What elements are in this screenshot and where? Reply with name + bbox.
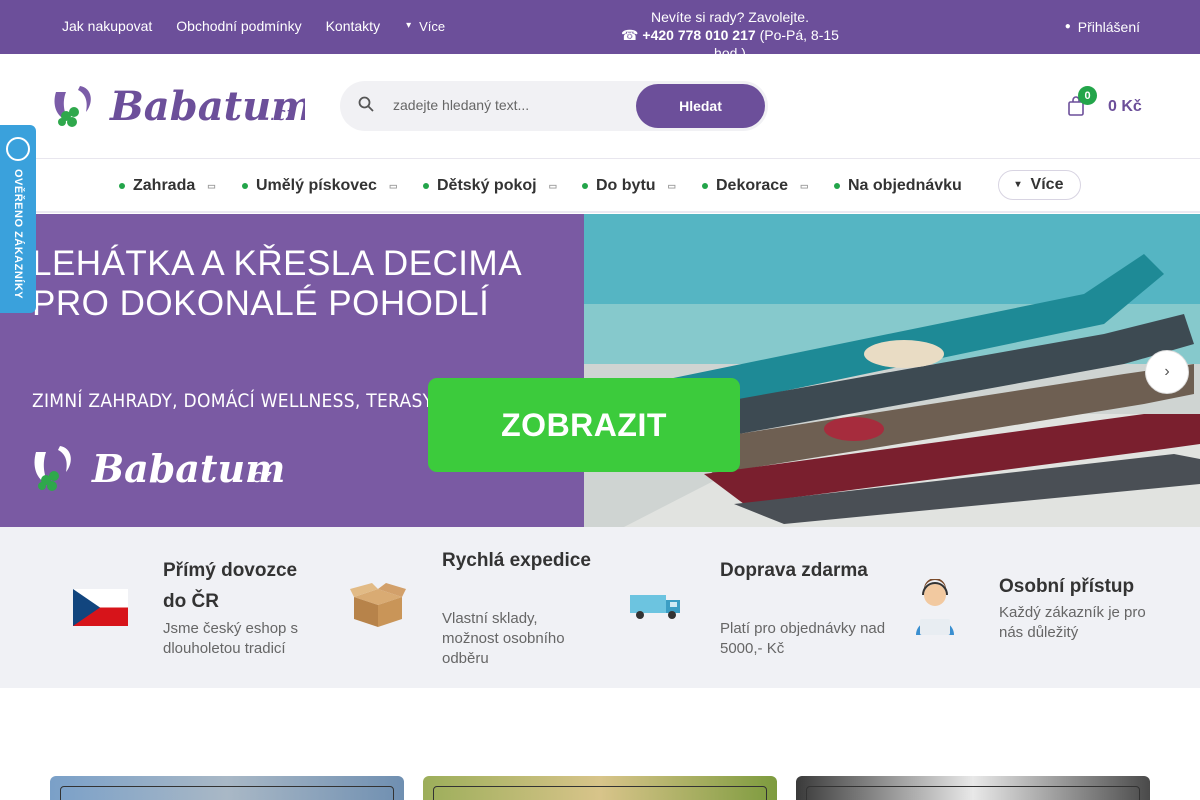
user-icon: ● [1064,21,1071,32]
banner-logo-suffix: .cz [246,466,272,487]
banner-photo [584,214,1200,527]
nav-item-dekorace[interactable]: Dekorace ▭ [702,177,809,195]
category-card-frame [60,786,394,800]
category-card[interactable] [50,776,404,800]
feature-desc: Jsme český eshop s dlouholetou tradicí [163,620,299,657]
search-button[interactable]: Hledat [636,84,765,128]
main-nav: Zahrada ▭ Umělý pískovec ▭ Dětský pokoj … [0,158,1200,213]
feature-item: Osobní přístup Každý zákazník je pro nás… [900,527,1200,688]
feature-title: Přímý dovozce do ČR [163,560,298,612]
feature-desc: Vlastní sklady, možnost osobního odběru [442,610,565,667]
czech-flag-icon [73,589,128,626]
chevron-down-icon: ▭ [800,180,809,191]
nav-item-label: Umělý pískovec [256,177,377,194]
verified-customers-badge[interactable]: OVĚŘENO ZÁKAZNÍKY [0,125,36,313]
link-kontakty[interactable]: Kontakty [326,18,380,34]
cart-total: 0 Kč [1108,98,1142,115]
chevron-down-icon: ▭ [207,180,216,191]
category-card[interactable] [796,776,1150,800]
top-more-menu[interactable]: ▾ Více [404,18,445,34]
site-logo[interactable]: Babatum .cz [50,78,314,134]
logo-suffix: .cz [270,104,296,125]
carousel-next-button[interactable]: › [1145,350,1189,394]
support-agent-icon [916,579,954,635]
nav-item-do-bytu[interactable]: Do bytu ▭ [582,177,676,195]
features-strip: Přímý dovozce do ČR Jsme český eshop s d… [0,527,1200,688]
nav-item-umely-piskovec[interactable]: Umělý pískovec ▭ [242,177,397,195]
feature-title: Osobní přístup [999,576,1135,597]
verified-label: OVĚŘENO ZÁKAZNÍKY [12,168,24,300]
feature-desc: Každý zákazník je pro nás důležitý [999,604,1146,641]
nav-more-label: Více [1030,176,1064,193]
help-line: Nevíte si rady? Zavolejte. [651,9,809,25]
banner-headline-line1: LEHÁTKA A KŘESLA DECIMA [32,244,523,283]
verified-seal-icon [6,137,30,161]
box-icon [350,583,406,627]
banner-cta-button[interactable]: ZOBRAZIT [428,378,740,472]
nav-item-label: Do bytu [596,177,656,194]
chevron-right-icon: › [1164,363,1170,380]
search-input[interactable]: zadejte hledaný text... [393,97,529,113]
chevron-down-icon: ▾ [406,20,412,31]
nav-item-label: Dětský pokoj [437,177,537,194]
nav-more-button[interactable]: ▾ Více [998,170,1081,200]
feature-title: Rychlá expedice [442,550,591,571]
nav-dot-icon [242,183,248,189]
banner-logo: Babatum .cz [32,440,288,498]
chevron-down-icon: ▭ [388,180,398,191]
login-link[interactable]: ● Přihlášení [1065,19,1140,35]
search-bar: zadejte hledaný text... Hledat [340,81,768,131]
category-card-frame [433,786,767,800]
link-jak-nakupovat[interactable]: Jak nakupovat [62,18,152,34]
nav-item-label: Na objednávku [848,177,962,194]
nav-item-na-objednavku[interactable]: Na objednávku [834,177,962,195]
nav-dot-icon [582,183,588,189]
feature-item: Doprava zdarma Platí pro objednávky nad … [600,527,900,688]
feature-desc: Platí pro objednávky nad 5000,- Kč [720,620,886,657]
link-obchodni-podminky[interactable]: Obchodní podmínky [176,18,301,34]
chevron-down-icon: ▭ [548,180,558,191]
feature-item: Rychlá expedice Vlastní sklady, možnost … [300,527,600,688]
nav-item-label: Zahrada [133,177,196,194]
banner-headline: LEHÁTKA A KŘESLA DECIMA PRO DOKONALÉ POH… [32,244,522,324]
top-bar: Jak nakupovat Obchodní podmínky Kontakty… [0,0,1200,61]
banner-headline-line2: PRO DOKONALÉ POHODLÍ [32,284,490,323]
hero-banner[interactable]: LEHÁTKA A KŘESLA DECIMA PRO DOKONALÉ POH… [0,214,1200,527]
top-more-label: Více [419,18,446,34]
phone-icon: ☎ [621,27,639,43]
truck-icon [630,595,680,619]
header: Babatum .cz zadejte hledaný text... Hled… [0,54,1200,158]
nav-dot-icon [423,183,429,189]
logo-mark: Babatum .cz [54,83,314,130]
feature-title: Doprava zdarma [720,560,868,581]
nav-item-zahrada[interactable]: Zahrada ▭ [119,177,216,195]
banner-logo-mark: Babatum .cz [34,446,285,491]
category-card[interactable] [423,776,777,800]
nav-dot-icon [119,183,125,189]
feature-item: Přímý dovozce do ČR Jsme český eshop s d… [0,527,300,688]
chevron-down-icon: ▾ [1015,179,1021,190]
nav-item-label: Dekorace [716,177,789,194]
phone-number[interactable]: +420 778 010 217 [642,27,755,43]
cart-count-badge: 0 [1078,86,1097,105]
banner-subline: ZIMNÍ ZAHRADY, DOMÁCÍ WELLNESS, TERASY..… [32,390,447,412]
nav-dot-icon [702,183,708,189]
category-card-frame [806,786,1140,800]
nav-dot-icon [834,183,840,189]
category-cards [0,776,1200,800]
lounger-stack-image [584,214,1200,527]
search-icon [358,96,374,112]
chevron-down-icon: ▭ [667,180,677,191]
nav-item-detsky-pokoj[interactable]: Dětský pokoj ▭ [423,177,557,195]
top-links: Jak nakupovat Obchodní podmínky Kontakty… [62,18,445,34]
cart[interactable]: 0 0 Kč [1068,86,1148,124]
login-label: Přihlášení [1077,19,1140,35]
